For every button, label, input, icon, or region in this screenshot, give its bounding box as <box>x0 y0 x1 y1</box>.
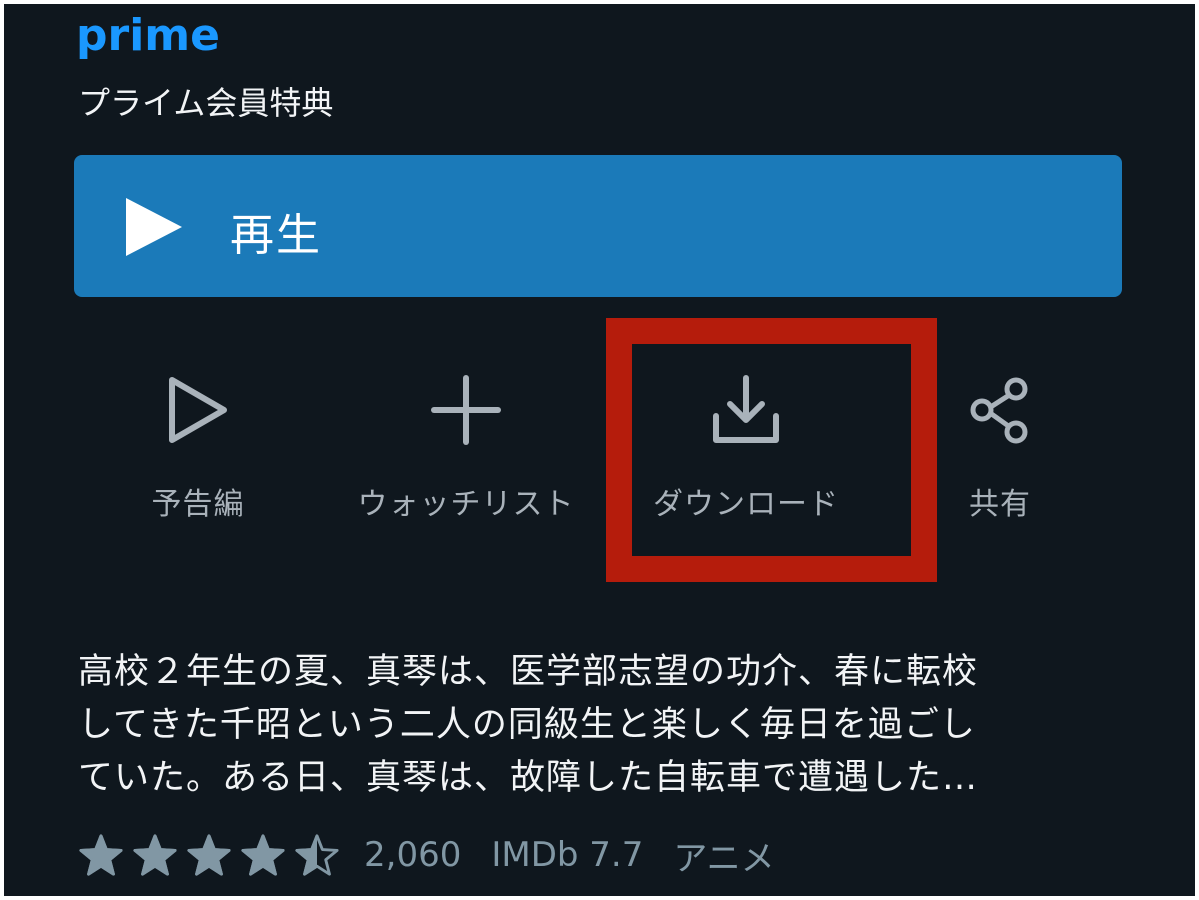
star-full-icon <box>133 834 177 876</box>
share-button[interactable]: 共有 <box>880 372 1120 532</box>
genre-label: アニメ <box>673 838 775 879</box>
download-label: ダウンロード <box>653 487 839 522</box>
metadata-row: 2,060 IMDb 7.7 アニメ <box>78 830 775 880</box>
prime-benefit-label: プライム会員特典 <box>78 84 334 122</box>
star-half-icon <box>295 834 339 876</box>
synopsis[interactable]: 高校２年生の夏、真琴は、医学部志望の功介、春に転校 してきた千昭という二人の同級… <box>78 646 1138 805</box>
star-rating <box>78 832 348 878</box>
synopsis-line: 高校２年生の夏、真琴は、医学部志望の功介、春に転校 <box>78 652 979 692</box>
prime-video-detail-screen: prime プライム会員特典 再生 予告編 ウォッチリスト ダウンロード 共有 … <box>4 4 1195 896</box>
star-full-icon <box>187 834 231 876</box>
rating-count: 2,060 <box>364 835 462 875</box>
star-full-icon <box>79 834 123 876</box>
watchlist-label: ウォッチリスト <box>357 487 575 522</box>
share-icon <box>970 377 1028 444</box>
download-button[interactable]: ダウンロード <box>626 372 866 532</box>
imdb-rating: IMDb 7.7 <box>491 835 644 875</box>
synopsis-line: ていた。ある日、真琴は、故障した自転車で遭遇した… <box>78 758 979 798</box>
play-button[interactable]: 再生 <box>74 155 1122 297</box>
synopsis-line: してきた千昭という二人の同級生と楽しく毎日を過ごし <box>78 705 976 745</box>
download-icon <box>713 375 779 443</box>
watchlist-button[interactable]: ウォッチリスト <box>346 372 586 532</box>
plus-icon <box>431 375 501 445</box>
trailer-play-icon <box>169 377 227 443</box>
play-icon <box>126 198 182 256</box>
play-button-label: 再生 <box>230 210 322 261</box>
star-full-icon <box>241 834 285 876</box>
prime-logo: prime <box>76 10 220 61</box>
trailer-label: 予告編 <box>151 487 245 522</box>
trailer-button[interactable]: 予告編 <box>78 372 318 532</box>
share-label: 共有 <box>969 487 1031 522</box>
